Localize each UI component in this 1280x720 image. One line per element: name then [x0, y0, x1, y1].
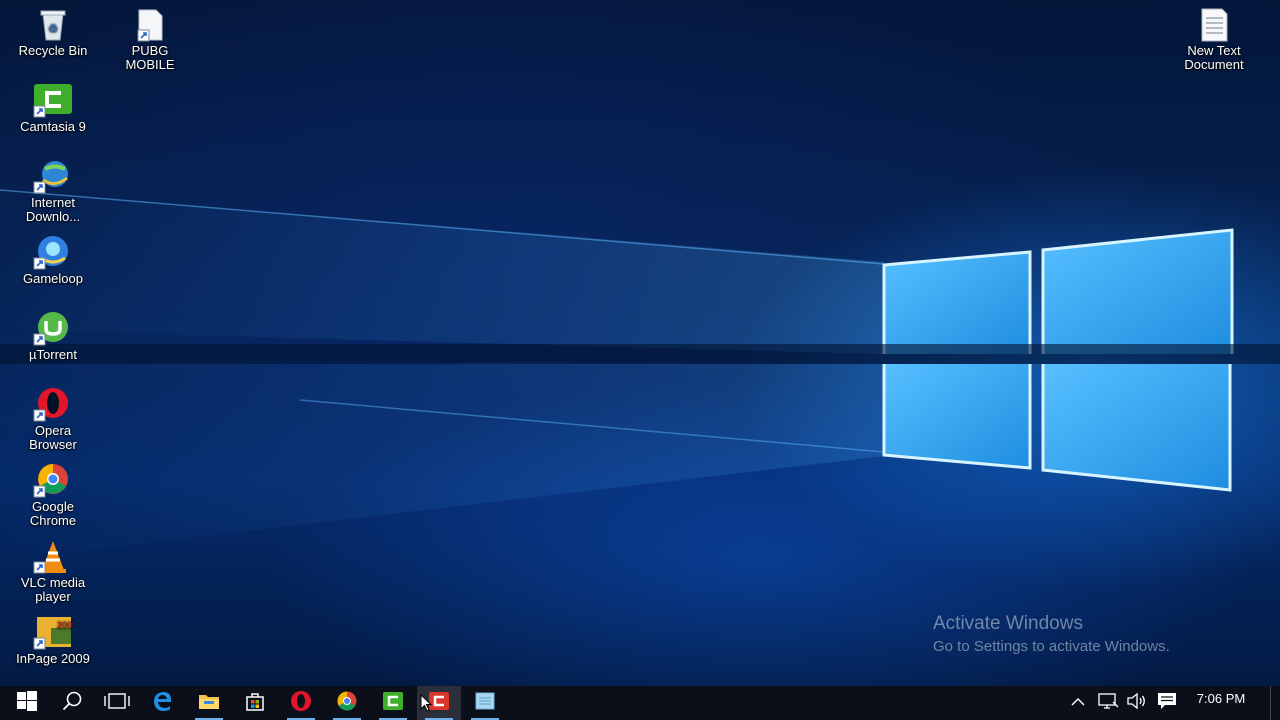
camtasia-icon [33, 84, 73, 118]
desktop-icon-pubg-mobile[interactable]: PUBG MOBILE [102, 8, 198, 72]
windows-logo-icon [17, 690, 37, 716]
action-center-button[interactable] [1153, 686, 1181, 720]
desktop-icon-label: Opera Browser [29, 423, 77, 452]
desktop-icon-gameloop[interactable]: Gameloop [5, 236, 101, 286]
camtasia-recorder-icon [429, 691, 449, 715]
desktop-icon-vlc-media-player[interactable]: VLC media player [5, 540, 101, 604]
taskbar-opera-button[interactable] [279, 686, 323, 720]
desktop-icon-label: Gameloop [23, 271, 83, 286]
desktop-icon-recycle-bin[interactable]: ♻ Recycle Bin [5, 8, 101, 58]
inpage-icon: 2009 [33, 616, 77, 650]
windows-logo-light-graphic [0, 189, 1280, 560]
taskbar: 7:06 PM [0, 686, 1280, 720]
start-button[interactable] [5, 686, 49, 720]
opera-icon [290, 690, 312, 717]
svg-text:♻: ♻ [48, 23, 58, 35]
desktop-icon-label: Google Chrome [29, 499, 77, 528]
desktop-wallpaper: Activate Windows Go to Settings to activ… [0, 0, 1280, 686]
show-desktop-button[interactable] [1270, 686, 1280, 720]
desktop-icon-label: Internet Downlo... [25, 195, 81, 224]
volume-tray-button[interactable] [1123, 686, 1151, 720]
chrome-icon [337, 691, 357, 716]
opera-icon [33, 388, 73, 422]
network-icon [1097, 692, 1119, 715]
desktop-icon-label: VLC media player [20, 575, 86, 604]
svg-text:2009: 2009 [57, 620, 73, 630]
text-document-icon [1194, 8, 1234, 42]
notepad-icon [475, 692, 495, 715]
utorrent-icon [33, 312, 73, 346]
desktop-icon-camtasia-9[interactable]: Camtasia 9 [5, 84, 101, 134]
store-icon [245, 691, 265, 716]
desktop-icon-utorrent[interactable]: µTorrent [5, 312, 101, 362]
vlc-icon [33, 540, 73, 574]
desktop-icon-opera-browser[interactable]: Opera Browser [5, 388, 101, 452]
taskbar-camtasia-button[interactable] [371, 686, 415, 720]
task-view-icon [104, 692, 130, 715]
activate-windows-watermark: Activate Windows Go to Settings to activ… [933, 613, 1170, 657]
mouse-pointer-icon [420, 693, 433, 717]
edge-icon [153, 691, 173, 716]
folder-icon [198, 692, 220, 715]
chevron-up-icon [1071, 694, 1085, 712]
taskbar-chrome-button[interactable] [325, 686, 369, 720]
desktop-icon-label: µTorrent [29, 347, 77, 362]
notification-icon [1157, 692, 1177, 715]
search-button[interactable] [50, 686, 94, 720]
network-tray-button[interactable] [1094, 686, 1122, 720]
gameloop-icon [33, 236, 73, 270]
desktop-icon-inpage-2009[interactable]: 2009 InPage 2009 [5, 616, 101, 666]
desktop-icon-label: Camtasia 9 [20, 119, 86, 134]
desktop-icon-internet-download-manager[interactable]: Internet Downlo... [5, 160, 101, 224]
desktop-icon-label: New Text Document [1184, 43, 1244, 72]
search-icon [62, 691, 82, 716]
activate-windows-subtitle: Go to Settings to activate Windows. [933, 638, 1170, 655]
camtasia-icon [383, 691, 403, 715]
desktop-icon-label: Recycle Bin [18, 43, 88, 58]
recycle-bin-icon: ♻ [33, 8, 73, 42]
desktop-icon-new-text-document[interactable]: New Text Document [1166, 8, 1262, 72]
taskbar-edge-button[interactable] [141, 686, 185, 720]
chrome-icon [33, 464, 73, 498]
desktop-icon-label: PUBG MOBILE [125, 43, 175, 72]
taskbar-notepad-button[interactable] [463, 686, 507, 720]
taskbar-store-button[interactable] [233, 686, 277, 720]
taskbar-clock[interactable]: 7:06 PM [1190, 686, 1252, 720]
taskbar-file-explorer-button[interactable] [187, 686, 231, 720]
pubg-mobile-icon [130, 8, 170, 42]
activate-windows-title: Activate Windows [933, 613, 1083, 634]
task-view-button[interactable] [95, 686, 139, 720]
volume-icon [1126, 692, 1148, 715]
internet-download-manager-icon [33, 160, 73, 194]
desktop-icon-label: InPage 2009 [16, 651, 90, 666]
desktop-icon-google-chrome[interactable]: Google Chrome [5, 464, 101, 528]
show-hidden-icons-button[interactable] [1064, 686, 1092, 720]
